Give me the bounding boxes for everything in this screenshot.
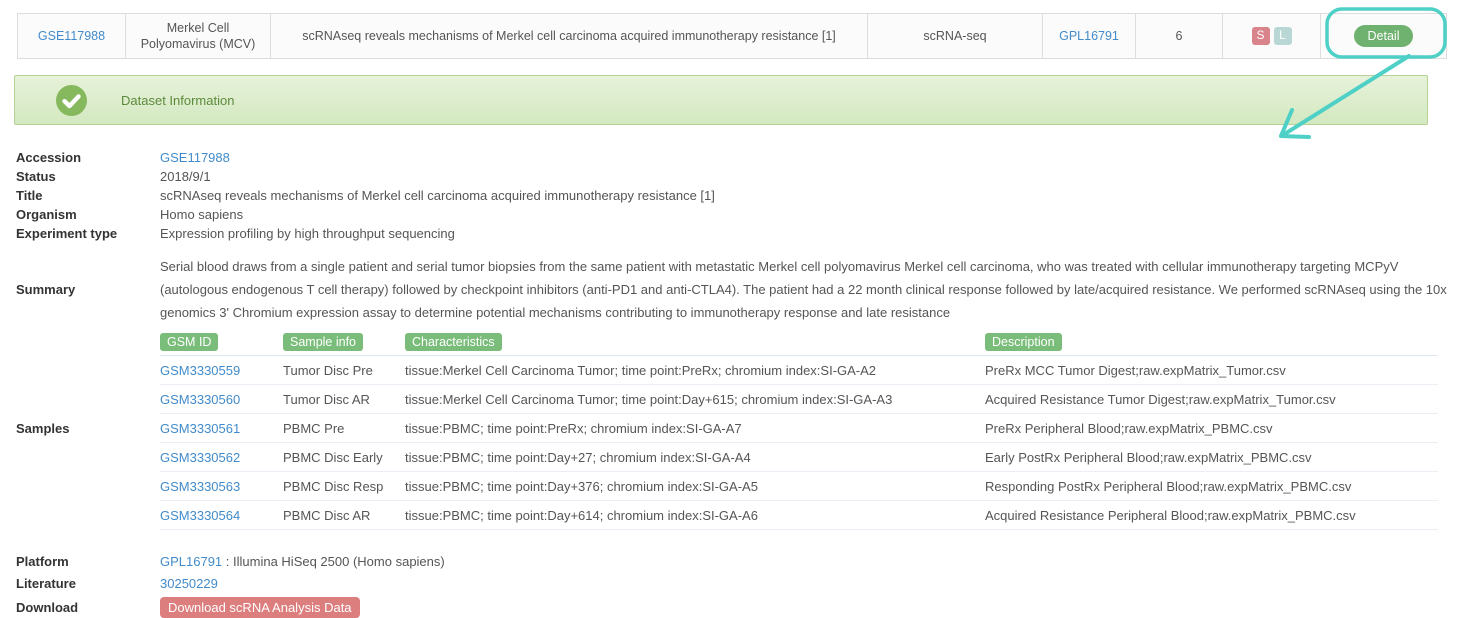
platform-field: Platform GPL16791 : Illumina HiSeq 2500 … [0,552,1478,572]
seq-type-cell: scRNA-seq [868,14,1043,58]
virus-cell: Merkel Cell Polyomavirus (MCV) [126,14,271,58]
sample-characteristics: tissue:PBMC; time point:Day+376; chromiu… [405,479,985,494]
summary-label: Summary [16,278,160,301]
gsm-link[interactable]: GSM3330562 [160,450,240,465]
sample-row: GSM3330561 PBMC Pre tissue:PBMC; time po… [160,414,1438,443]
accession-value-link[interactable]: GSE117988 [160,150,230,165]
banner-label: Dataset Information [121,93,234,108]
title-label: Title [16,186,160,205]
platform-description: : Illumina HiSeq 2500 (Homo sapiens) [222,554,445,569]
gsm-link[interactable]: GSM3330561 [160,421,240,436]
summary-field: Summary Serial blood draws from a single… [0,255,1478,324]
sample-row: GSM3330562 PBMC Disc Early tissue:PBMC; … [160,443,1438,472]
samples-label: Samples [16,421,160,436]
sample-description: Responding PostRx Peripheral Blood;raw.e… [985,479,1438,494]
accession-cell: GSE117988 [18,14,126,58]
sample-info: PBMC Disc Early [283,450,405,465]
sample-description: PreRx MCC Tumor Digest;raw.expMatrix_Tum… [985,363,1438,378]
sample-info-column-badge: Sample info [283,333,363,351]
sample-row: GSM3330563 PBMC Disc Resp tissue:PBMC; t… [160,472,1438,501]
sample-characteristics: tissue:Merkel Cell Carcinoma Tumor; time… [405,392,985,407]
l-badge: L [1274,27,1292,45]
experiment-type-field: Experiment type Expression profiling by … [0,224,1478,243]
title-cell: scRNAseq reveals mechanisms of Merkel ce… [271,14,868,58]
sample-characteristics: tissue:PBMC; time point:Day+27; chromium… [405,450,985,465]
s-badge: S [1252,27,1270,45]
sample-description: Acquired Resistance Tumor Digest;raw.exp… [985,392,1438,407]
experiment-type-value: Expression profiling by high throughput … [160,224,1478,243]
experiment-type-label: Experiment type [16,224,160,243]
sample-row: GSM3330560 Tumor Disc AR tissue:Merkel C… [160,385,1438,414]
characteristics-column-badge: Characteristics [405,333,502,351]
samples-table-header: GSM ID Sample info Characteristics Descr… [160,327,1438,356]
status-value: 2018/9/1 [160,167,1478,186]
sample-info: PBMC Disc AR [283,508,405,523]
literature-field: Literature 30250229 [0,574,1478,594]
download-label: Download [16,600,160,615]
organism-field: Organism Homo sapiens [0,205,1478,224]
title-value: scRNAseq reveals mechanisms of Merkel ce… [160,186,1478,205]
literature-pmid-link[interactable]: 30250229 [160,576,218,591]
organism-label: Organism [16,205,160,224]
sample-description: Acquired Resistance Peripheral Blood;raw… [985,508,1438,523]
gsm-link[interactable]: GSM3330564 [160,508,240,523]
accession-field: Accession GSE117988 [0,148,1478,167]
search-result-row: GSE117988 Merkel Cell Polyomavirus (MCV)… [17,13,1447,59]
sample-info: Tumor Disc Pre [283,363,405,378]
sample-description: Early PostRx Peripheral Blood;raw.expMat… [985,450,1438,465]
gsm-id-column-badge: GSM ID [160,333,218,351]
download-scrna-button[interactable]: Download scRNA Analysis Data [160,597,360,618]
gsm-link[interactable]: GSM3330559 [160,363,240,378]
samples-table: GSM ID Sample info Characteristics Descr… [160,327,1438,530]
sample-characteristics: tissue:PBMC; time point:PreRx; chromium … [405,421,985,436]
platform-value-link[interactable]: GPL16791 [160,554,222,569]
detail-button[interactable]: Detail [1354,25,1414,47]
sample-row: GSM3330564 PBMC Disc AR tissue:PBMC; tim… [160,501,1438,530]
badges-cell: S L [1223,14,1321,58]
sample-characteristics: tissue:Merkel Cell Carcinoma Tumor; time… [405,363,985,378]
gsm-link[interactable]: GSM3330563 [160,479,240,494]
gsm-link[interactable]: GSM3330560 [160,392,240,407]
download-field: Download Download scRNA Analysis Data [0,597,1478,618]
platform-cell: GPL16791 [1043,14,1136,58]
status-field: Status 2018/9/1 [0,167,1478,186]
sample-info: Tumor Disc AR [283,392,405,407]
check-icon [56,85,87,116]
sample-row: GSM3330559 Tumor Disc Pre tissue:Merkel … [160,356,1438,385]
sample-description: PreRx Peripheral Blood;raw.expMatrix_PBM… [985,421,1438,436]
platform-label: Platform [16,552,160,572]
detail-cell: Detail [1321,14,1446,58]
title-field: Title scRNAseq reveals mechanisms of Mer… [0,186,1478,205]
organism-value: Homo sapiens [160,205,1478,224]
summary-value: Serial blood draws from a single patient… [160,255,1478,324]
sample-info: PBMC Disc Resp [283,479,405,494]
gpl-platform-link[interactable]: GPL16791 [1059,28,1119,44]
sample-info: PBMC Pre [283,421,405,436]
description-column-badge: Description [985,333,1062,351]
literature-label: Literature [16,574,160,594]
dataset-details: Accession GSE117988 Status 2018/9/1 Titl… [0,148,1478,618]
samples-field: Samples GSM ID Sample info Characteristi… [0,327,1478,530]
status-label: Status [16,167,160,186]
gse-accession-link[interactable]: GSE117988 [38,28,105,44]
dataset-detail-page: GSE117988 Merkel Cell Polyomavirus (MCV)… [0,0,1478,618]
sample-count-cell: 6 [1136,14,1223,58]
accession-label: Accession [16,148,160,167]
sample-characteristics: tissue:PBMC; time point:Day+614; chromiu… [405,508,985,523]
dataset-information-banner: Dataset Information [14,75,1428,125]
